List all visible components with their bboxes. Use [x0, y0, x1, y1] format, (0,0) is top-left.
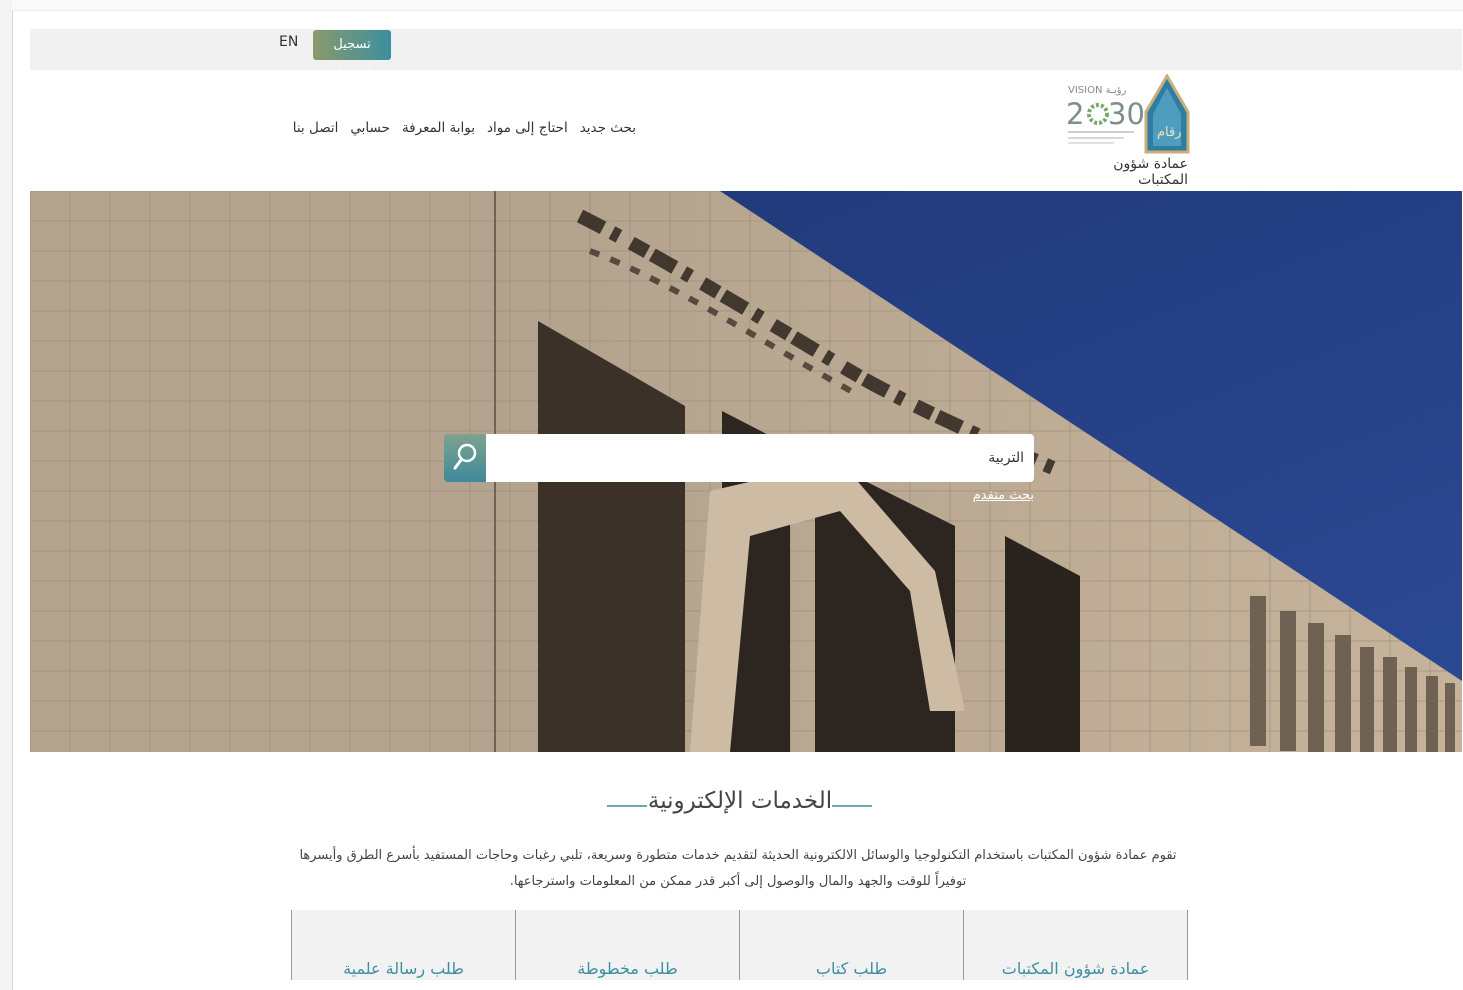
service-card-book-request[interactable]: طلب كتاب — [739, 910, 963, 980]
service-card-deanship[interactable]: عمادة شؤون المكتبات — [963, 910, 1188, 980]
window-left-border — [0, 0, 13, 990]
top-bar — [30, 29, 1462, 70]
language-toggle[interactable]: EN — [279, 34, 298, 50]
nav-contact-us[interactable]: اتصل بنا — [293, 120, 339, 136]
svg-text:30: 30 — [1108, 97, 1145, 131]
service-card-label: عمادة شؤون المكتبات — [1001, 959, 1150, 978]
nav-new-search[interactable]: بحث جديد — [580, 120, 636, 136]
search-icon — [453, 443, 477, 470]
advanced-search-link[interactable]: بحث متقدم — [930, 488, 1034, 503]
svg-text:رقام: رقام — [1157, 125, 1182, 140]
service-card-label: طلب كتاب — [815, 959, 888, 978]
vision-2030: 2 — [1066, 97, 1084, 131]
nav-need-materials[interactable]: احتاج إلى مواد — [487, 120, 568, 136]
search-bar — [444, 434, 1034, 482]
logo-graphic: VISION رؤيـة 2 30 رقام — [1066, 73, 1190, 154]
main-nav: بحث جديد احتاج إلى مواد بوابة المعرفة حس… — [293, 120, 636, 136]
services-description-line2: توفيراً للوقت والجهد والمال والوصول إلى … — [509, 874, 967, 889]
search-button[interactable] — [444, 434, 486, 482]
search-input[interactable] — [486, 434, 1034, 482]
services-description-line1: تقوم عمادة شؤون المكتبات باستخدام التكنو… — [299, 848, 1177, 863]
service-card-manuscript-request[interactable]: طلب مخطوطة — [515, 910, 739, 980]
logo-caption: عمادة شؤون المكتبات — [1113, 156, 1188, 188]
service-card-label: طلب رسالة علمية — [343, 959, 464, 978]
nav-knowledge-portal[interactable]: بوابة المعرفة — [402, 120, 475, 136]
window-top-border — [12, 0, 1463, 11]
services-description: تقوم عمادة شؤون المكتبات باستخدام التكنو… — [290, 843, 1186, 895]
nav-my-account[interactable]: حسابي — [350, 120, 390, 136]
service-card-label: طلب مخطوطة — [577, 959, 678, 978]
services-cards: عمادة شؤون المكتبات طلب كتاب طلب مخطوطة … — [291, 910, 1188, 980]
service-card-thesis-request[interactable]: طلب رسالة علمية — [291, 910, 515, 980]
login-button[interactable]: تسجيل الدخول — [313, 30, 391, 82]
vision-label: VISION رؤيـة — [1068, 85, 1127, 96]
services-title: الخدمات الإلكترونية — [647, 788, 833, 814]
